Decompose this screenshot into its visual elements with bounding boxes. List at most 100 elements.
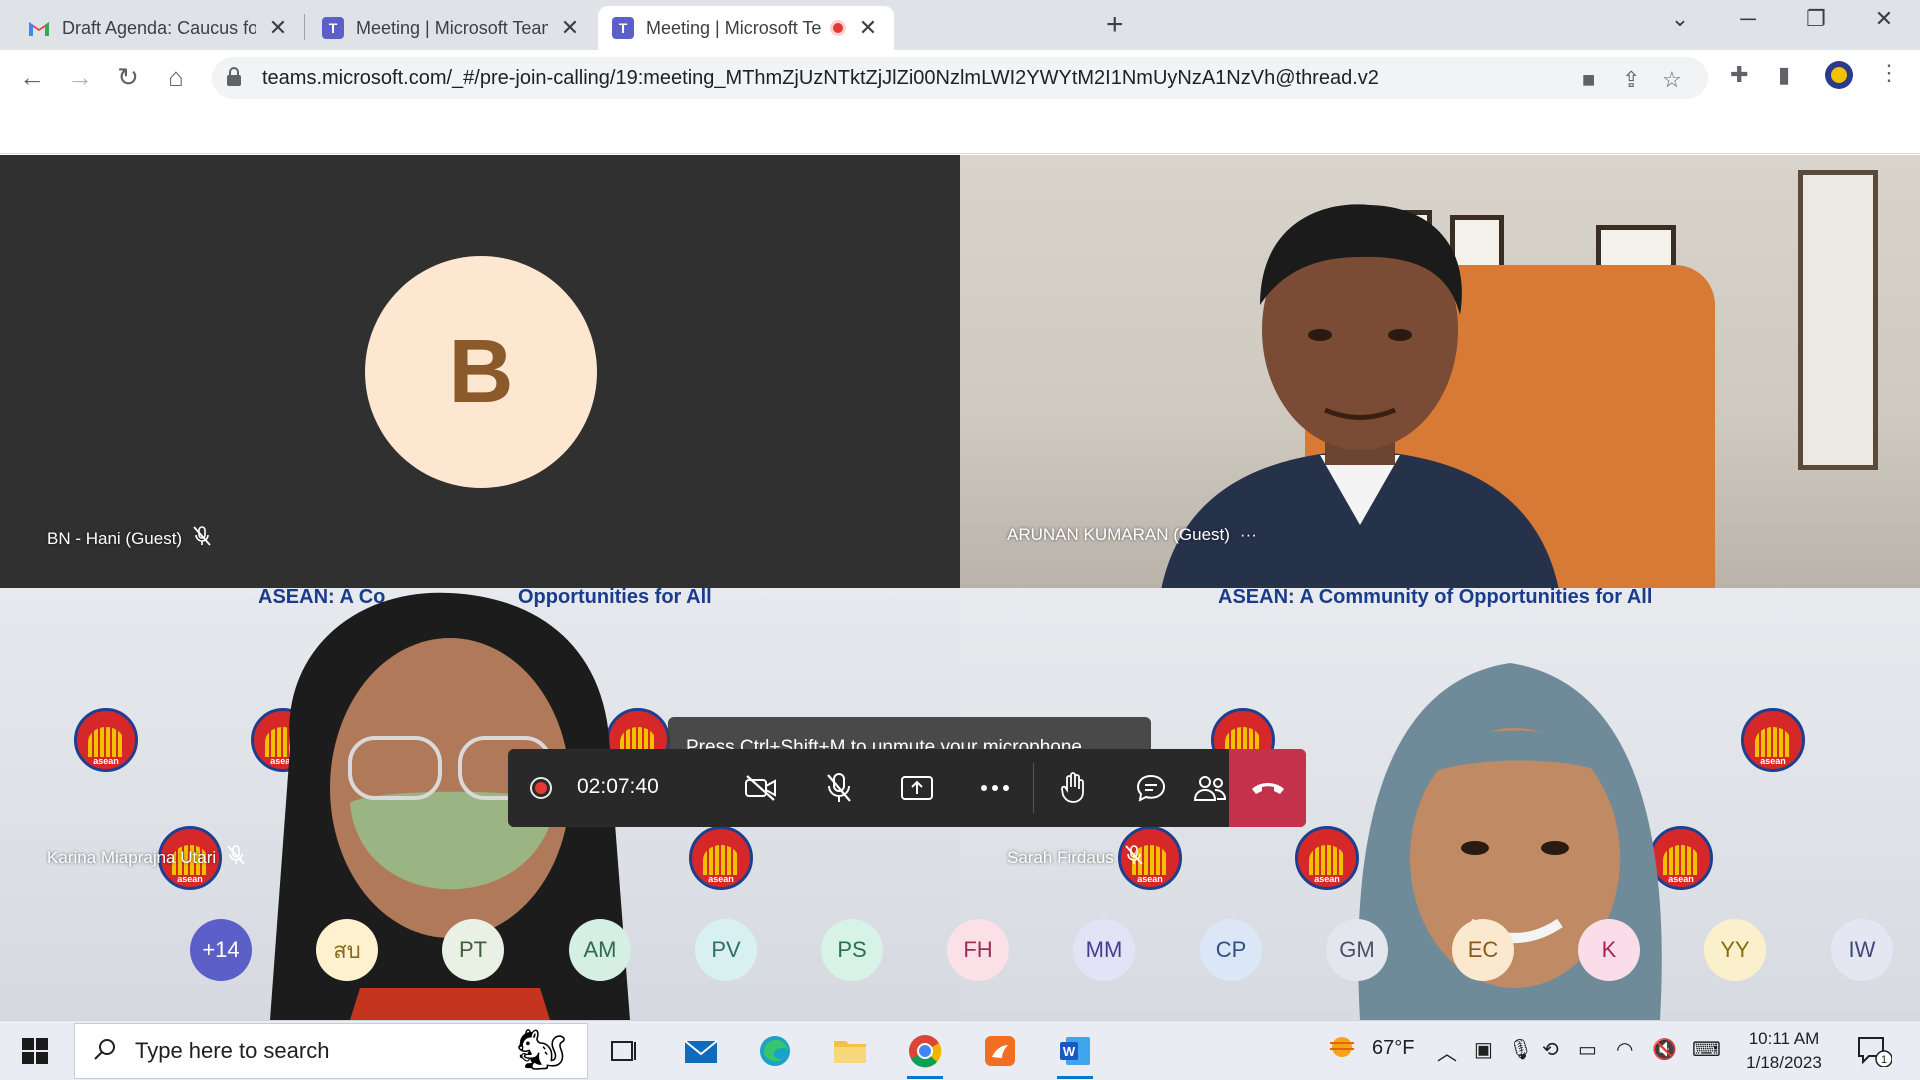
camera-off-button[interactable]	[722, 749, 800, 827]
name-tag: ARUNAN KUMARAN (Guest) ···	[1007, 525, 1257, 545]
hang-up-icon	[1251, 783, 1284, 794]
close-tab-icon[interactable]: ✕	[558, 15, 582, 41]
tab-title: Meeting | Microsoft Teams	[646, 17, 822, 38]
chrome-browser-icon[interactable]	[901, 1027, 949, 1079]
meeting-timer: 02:07:40	[577, 775, 659, 798]
input-language-icon[interactable]: ⌨	[1692, 1037, 1721, 1062]
forward-icon[interactable]: →	[62, 62, 98, 93]
participant-avatar[interactable]: IW	[1831, 919, 1893, 981]
more-options-icon[interactable]: ···	[1240, 525, 1257, 545]
teams-icon: T	[612, 17, 634, 39]
share-icon[interactable]: ⇪	[1622, 67, 1640, 93]
close-window-icon[interactable]: ✕	[1864, 6, 1904, 32]
weather-temp[interactable]: 67°F	[1372, 1037, 1414, 1060]
bookmark-star-icon[interactable]: ☆	[1662, 67, 1682, 93]
restore-icon[interactable]: ❐	[1796, 6, 1836, 32]
meet-now-icon[interactable]: ▣	[1474, 1037, 1493, 1062]
home-icon[interactable]: ⌂	[158, 62, 194, 93]
volume-muted-icon[interactable]: 🔇	[1652, 1037, 1677, 1062]
tab-gmail[interactable]: Draft Agenda: Caucus for the 3rd ✕	[14, 6, 304, 50]
word-app-icon[interactable]: W	[1051, 1027, 1099, 1079]
sync-icon[interactable]: ⟲	[1542, 1037, 1559, 1062]
file-explorer-icon[interactable]	[826, 1027, 874, 1075]
share-screen-icon	[901, 776, 933, 800]
meeting-control-bar: 02:07:40	[508, 749, 1306, 827]
extensions-icon[interactable]: ✚	[1730, 62, 1748, 88]
close-tab-icon[interactable]: ✕	[856, 15, 880, 41]
asean-logo: asean	[689, 826, 753, 890]
meeting-stage: B BN - Hani (Guest) ARUNAN KUMARAN (Gues…	[0, 155, 1920, 1020]
close-tab-icon[interactable]: ✕	[266, 15, 290, 41]
participant-avatar[interactable]: K	[1578, 919, 1640, 981]
camera-icon[interactable]: ■	[1582, 67, 1595, 93]
participant-avatar[interactable]: PT	[442, 919, 504, 981]
system-clock[interactable]: 10:11 AM 1/18/2023	[1728, 1027, 1840, 1075]
tab-teams-2[interactable]: T Meeting | Microsoft Teams ✕	[598, 6, 894, 50]
asean-logo: asean	[1741, 708, 1805, 772]
mic-off-icon	[827, 773, 851, 802]
participant-avatar[interactable]: +14	[190, 919, 252, 981]
participant-name: BN - Hani (Guest)	[47, 528, 183, 548]
leave-call-button[interactable]	[1229, 749, 1306, 827]
url-text: teams.microsoft.com/_#/pre-join-calling/…	[262, 67, 1379, 89]
raise-hand-button[interactable]	[1034, 749, 1112, 827]
task-view-icon[interactable]	[600, 1027, 648, 1075]
participant-tile-arunan[interactable]: ARUNAN KUMARAN (Guest) ···	[960, 155, 1920, 588]
taskbar-search-box[interactable]: Type here to search 🐿	[74, 1023, 588, 1079]
teams-icon: T	[322, 17, 344, 39]
tab-teams-1[interactable]: T Meeting | Microsoft Teams ✕	[308, 6, 596, 50]
windows-start-icon[interactable]	[22, 1038, 48, 1069]
participant-avatar[interactable]: สบ	[316, 919, 378, 981]
participant-name: Sarah Firdaus	[1007, 847, 1114, 867]
app-orange-icon[interactable]	[976, 1027, 1024, 1075]
search-highlight-icon: 🐿	[516, 1028, 567, 1072]
background-banner: ASEAN: A Community of Opportunities for …	[1218, 588, 1653, 608]
profile-avatar[interactable]	[1824, 60, 1854, 96]
participants-button[interactable]	[1190, 749, 1230, 827]
chevron-up-icon[interactable]: ︿	[1437, 1037, 1457, 1066]
participant-avatar[interactable]: PV	[695, 919, 757, 981]
participant-avatar[interactable]: EC	[1452, 919, 1514, 981]
side-panel-icon[interactable]: ▮	[1778, 62, 1790, 88]
reload-icon[interactable]: ↻	[110, 62, 146, 93]
avatar: B	[365, 256, 597, 488]
raise-hand-icon	[1061, 772, 1084, 803]
participant-avatar[interactable]: CP	[1200, 919, 1262, 981]
mic-off-icon	[192, 525, 212, 552]
asean-logo: asean	[74, 708, 138, 772]
participant-avatar[interactable]: GM	[1326, 919, 1388, 981]
people-icon	[1193, 776, 1227, 801]
participant-avatar[interactable]: AM	[569, 919, 631, 981]
wifi-icon[interactable]: ◠	[1616, 1037, 1633, 1062]
browser-toolbar: ← → ↻ ⌂ teams.microsoft.com/_#/pre-join-…	[0, 50, 1920, 106]
tab-search-icon[interactable]: ⌄	[1660, 6, 1700, 32]
share-screen-button[interactable]	[878, 749, 956, 827]
participant-avatar[interactable]: FH	[947, 919, 1009, 981]
mic-off-button[interactable]	[800, 749, 878, 827]
new-tab-button[interactable]: +	[1106, 8, 1124, 42]
menu-kebab-icon[interactable]: ⋮	[1878, 60, 1900, 86]
search-icon	[93, 1037, 117, 1066]
notifications-icon[interactable]: 1	[1856, 1035, 1893, 1072]
more-actions-button[interactable]	[956, 749, 1034, 827]
microphone-icon[interactable]: 🎙	[1508, 1037, 1533, 1062]
mic-off-icon	[1124, 844, 1144, 871]
participant-tile-bn-hani[interactable]: B BN - Hani (Guest)	[0, 155, 960, 588]
back-icon[interactable]: ←	[14, 62, 50, 93]
tab-strip: Draft Agenda: Caucus for the 3rd ✕ T Mee…	[0, 0, 1920, 50]
mail-app-icon[interactable]	[677, 1027, 725, 1075]
recording-indicator-icon	[530, 777, 552, 799]
address-bar[interactable]: teams.microsoft.com/_#/pre-join-calling/…	[212, 57, 1708, 99]
weather-icon[interactable]	[1326, 1033, 1358, 1067]
tab-title: Meeting | Microsoft Teams	[356, 17, 548, 38]
edge-browser-icon[interactable]	[751, 1027, 799, 1075]
minimize-icon[interactable]: ─	[1728, 6, 1768, 32]
notification-count: 1	[1881, 1054, 1887, 1066]
page-header-strip	[0, 106, 1920, 154]
chat-button[interactable]	[1112, 749, 1190, 827]
participant-avatar[interactable]: MM	[1073, 919, 1135, 981]
participant-avatar[interactable]: PS	[821, 919, 883, 981]
windows-taskbar: Type here to search 🐿 W 67°F ︿ ▣ 🎙 ⟲ ▭ ◠…	[0, 1020, 1920, 1080]
participant-avatar[interactable]: YY	[1704, 919, 1766, 981]
battery-icon[interactable]: ▭	[1578, 1037, 1597, 1062]
